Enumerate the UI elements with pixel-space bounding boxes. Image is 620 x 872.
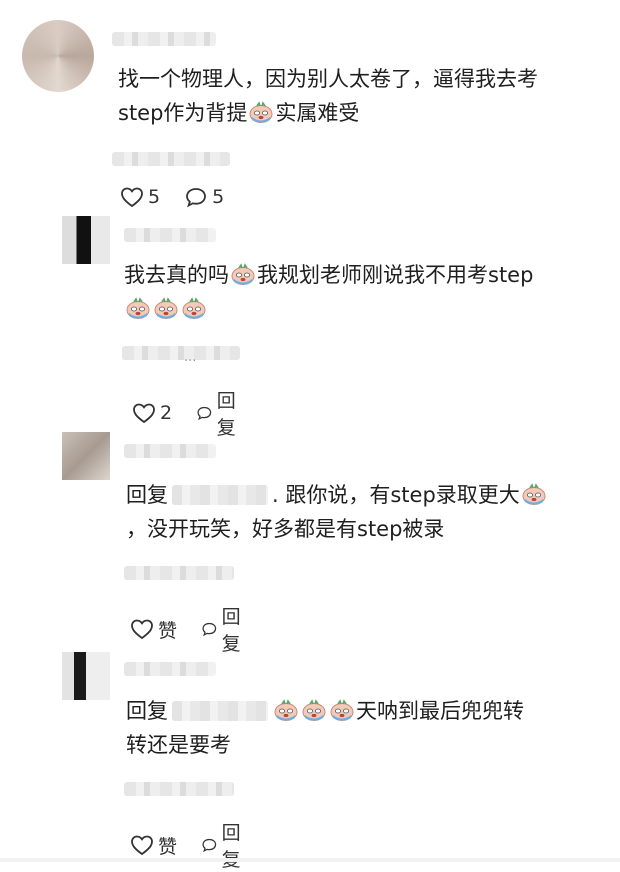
crying-emoji-icon: [521, 481, 547, 505]
timestamp-blurred: [122, 346, 240, 360]
avatar[interactable]: [22, 20, 94, 92]
comment-text: 找一个物理人，因为别人太卷了，逼得我去考 step作为背提 实属难受: [118, 67, 538, 125]
reply-label: 回复: [221, 822, 241, 871]
like-count: 5: [148, 186, 161, 208]
mention-blurred[interactable]: [172, 701, 268, 721]
like-button[interactable]: 5: [120, 186, 160, 208]
crying-emoji-icon: [181, 295, 207, 319]
comment-bubble-icon: [186, 188, 206, 208]
timestamp-blurred: [124, 782, 234, 796]
divider: [0, 858, 620, 862]
crying-emoji-icon: [248, 99, 274, 123]
like-button[interactable]: 赞: [130, 832, 177, 859]
comment-bubble-icon: [202, 838, 217, 853]
heart-icon: [121, 187, 143, 208]
username-blurred[interactable]: [112, 32, 216, 46]
timestamp-blurred: [124, 566, 234, 580]
like-button[interactable]: 2: [132, 402, 172, 424]
reply-count: 5: [212, 186, 225, 208]
reply-button[interactable]: 回复: [196, 386, 243, 440]
comment-bubble-icon: [202, 622, 217, 637]
reply-label: 回复: [216, 390, 236, 439]
heart-icon: [131, 835, 153, 856]
timestamp-blurred: [112, 152, 230, 166]
username-blurred[interactable]: [124, 228, 216, 242]
like-button[interactable]: 赞: [130, 616, 177, 643]
comment-text: 回复 天呐到最后兜兜转 转还是要考: [126, 697, 524, 757]
more-options[interactable]: ...: [184, 350, 196, 365]
avatar[interactable]: [62, 216, 110, 264]
crying-emoji-icon: [273, 697, 299, 721]
reply-label: 回复: [221, 606, 241, 655]
crying-emoji-icon: [125, 295, 151, 319]
comment-actions: 2 回复: [132, 386, 267, 440]
heart-icon: [133, 403, 155, 424]
crying-emoji-icon: [153, 295, 179, 319]
like-count: 2: [160, 402, 173, 424]
reply-button[interactable]: 回复: [201, 602, 248, 656]
reply-button[interactable]: 5: [184, 186, 224, 208]
like-label: 赞: [158, 619, 178, 642]
comment-actions: 赞 回复: [130, 818, 272, 872]
mention-blurred[interactable]: [172, 485, 268, 505]
username-blurred[interactable]: [124, 444, 216, 458]
crying-emoji-icon: [230, 261, 256, 285]
reply-button[interactable]: 回复: [201, 818, 248, 872]
avatar[interactable]: [62, 652, 110, 700]
comment-actions: 赞 回复: [130, 602, 272, 656]
like-label: 赞: [158, 835, 178, 858]
avatar[interactable]: [62, 432, 110, 480]
username-blurred[interactable]: [124, 662, 216, 676]
comment-actions: 5 5: [120, 186, 248, 208]
comment-bubble-icon: [197, 406, 212, 421]
crying-emoji-icon: [301, 697, 327, 721]
comment-text: 我去真的吗 我规划老师刚说我不用考step: [124, 258, 533, 326]
comment-text: 回复. 跟你说，有step录取更大 ，没开玩笑，好多都是有step被录: [126, 478, 548, 546]
crying-emoji-icon: [329, 697, 355, 721]
reply-prefix: 回复: [126, 699, 168, 723]
heart-icon: [131, 619, 153, 640]
reply-prefix: 回复: [126, 483, 168, 507]
